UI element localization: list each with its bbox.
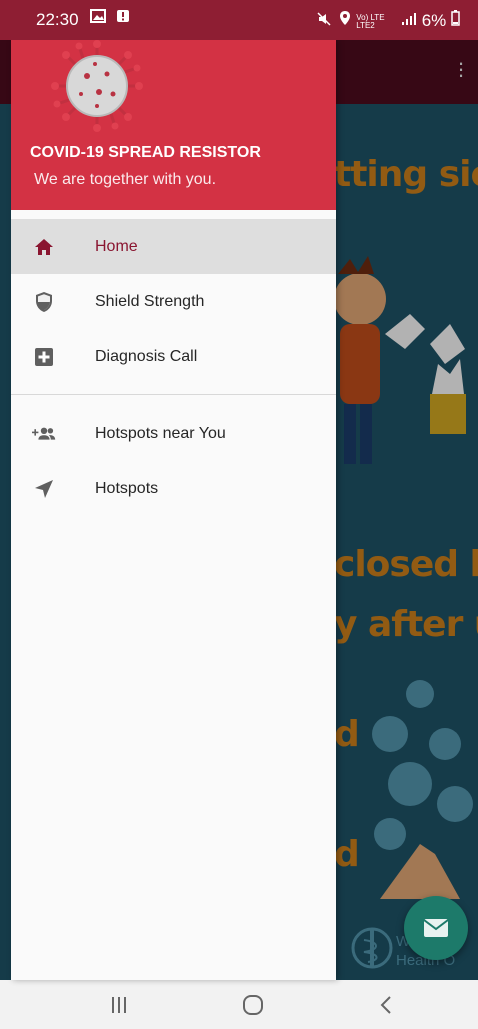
navigation-drawer: COVID-19 SPREAD RESISTOR We are together… (11, 40, 336, 980)
navigation-arrow-icon (32, 477, 56, 501)
battery-icon (451, 10, 460, 26)
mail-icon (423, 919, 449, 937)
menu-item-hotspots[interactable]: Hotspots (11, 461, 336, 516)
location-icon (340, 11, 351, 25)
alert-notification-icon (117, 10, 130, 22)
home-button[interactable] (233, 992, 273, 1018)
menu-label-diagnosis-call: Diagnosis Call (95, 347, 198, 365)
app-subtitle: We are together with you. (34, 171, 217, 188)
status-time: 22:30 (36, 10, 79, 29)
app-title: COVID-19 SPREAD RESISTOR (30, 144, 261, 161)
recents-icon (112, 997, 126, 1013)
mail-fab-button[interactable] (404, 896, 468, 960)
menu-divider (11, 394, 336, 395)
mute-icon (317, 12, 331, 26)
menu-item-diagnosis-call[interactable]: Diagnosis Call (11, 329, 336, 384)
notification-icons (90, 9, 130, 27)
menu-item-hotspots-near-you[interactable]: Hotspots near You (11, 406, 336, 461)
menu-label-home: Home (95, 237, 138, 255)
drawer-header: COVID-19 SPREAD RESISTOR We are together… (11, 40, 336, 210)
menu-label-hotspots: Hotspots (95, 479, 159, 497)
menu-label-shield-strength: Shield Strength (95, 292, 205, 310)
system-nav-bar (0, 980, 478, 1029)
menu-item-home[interactable]: Home (11, 219, 336, 274)
network-label: Vo) LTE LTE2 (356, 12, 385, 30)
add-group-icon (32, 422, 56, 446)
coronavirus-icon (51, 40, 143, 132)
home-circle-icon (243, 995, 263, 1015)
battery-percent: 6% (421, 11, 447, 30)
shield-icon (32, 290, 56, 314)
home-icon (32, 235, 56, 259)
signal-icon (401, 13, 416, 25)
status-right-icons: Vo) LTE LTE2 6% (317, 10, 460, 31)
medical-plus-icon (32, 345, 56, 369)
status-bar: 22:30 Vo) LTE LTE2 6% (0, 0, 478, 40)
image-notification-icon (90, 9, 106, 23)
menu-label-hotspots-near-you: Hotspots near You (95, 424, 226, 442)
back-icon (380, 996, 391, 1014)
recents-button[interactable] (99, 992, 139, 1018)
menu-item-shield-strength[interactable]: Shield Strength (11, 274, 336, 329)
back-button[interactable] (366, 992, 406, 1018)
